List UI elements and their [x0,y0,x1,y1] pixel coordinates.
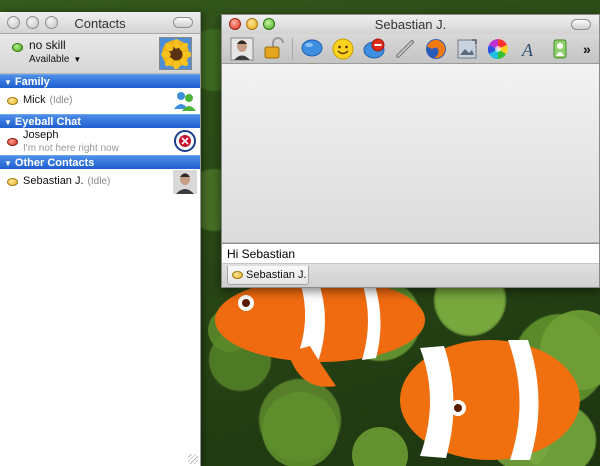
idle-label: (Idle) [49,95,73,106]
team-logo-icon [174,130,196,152]
contact-row-sebastian[interactable]: Sebastian J. (Idle) [0,169,200,195]
contact-row-joseph[interactable]: Joseph I'm not here right now [0,128,200,155]
account-name[interactable]: no skill [29,38,66,52]
toolbar-toggle-button[interactable] [173,17,193,28]
color-wheel-icon[interactable] [486,37,510,61]
group-header-eyeball-chat[interactable]: ▼ Eyeball Chat [0,114,200,128]
svg-text:A: A [521,40,534,60]
sunflower-buddy-icon[interactable] [159,37,192,70]
image-icon[interactable] [455,37,479,61]
group-header-other-contacts[interactable]: ▼ Other Contacts [0,155,200,169]
chat-toolbar: A » [222,34,599,64]
idle-label: (Idle) [87,176,111,187]
sunflower-icon [161,39,191,69]
clownfish-bottom [400,340,580,460]
chat-tab-bar: Sebastian J. [222,264,599,287]
people-icon [174,92,196,111]
status-select-value: Available [29,54,70,65]
toolbar-overflow-chevron-icon[interactable]: » [583,41,591,57]
contact-name: Sebastian J. (Idle) [23,175,110,187]
contact-name: Joseph [23,129,58,141]
speech-bubble-icon[interactable] [300,37,324,61]
contact-name: Mick (Idle) [23,94,72,106]
contact-name-text: Joseph [23,129,59,141]
contacts-titlebar[interactable]: Contacts [0,12,200,34]
idle-status-icon [232,271,243,279]
chat-window: Sebastian J. A » Hi Sebastian Sebastian … [221,14,600,288]
disclosure-triangle-icon: ▼ [4,78,12,87]
firefox-icon[interactable] [424,37,448,61]
chevron-down-icon: ▼ [73,55,82,64]
away-message: I'm not here right now [23,143,119,154]
buddy-photo-icon [173,170,197,194]
chat-window-title: Sebastian J. [374,17,447,32]
lock-icon[interactable] [261,36,285,61]
group-name: Family [14,76,50,88]
message-log[interactable] [222,64,599,243]
clownfish-top [215,278,425,387]
contacts-window-title: Contacts [74,16,126,31]
chat-tab-sebastian[interactable]: Sebastian J. [227,266,309,285]
account-status-area: no skill Available ▼ [0,34,200,74]
toolbar-toggle-button[interactable] [571,19,591,30]
group-header-family[interactable]: ▼ Family [0,74,200,88]
chat-titlebar[interactable]: Sebastian J. [222,15,599,34]
contact-name-text: Mick [23,94,46,106]
available-status-icon [12,43,23,52]
group-name: Other Contacts [14,157,95,169]
disclosure-triangle-icon: ▼ [4,118,12,127]
group-name: Eyeball Chat [14,116,81,128]
disclosure-triangle-icon: ▼ [4,159,12,168]
toolbar-separator [292,37,293,60]
contacts-window: Contacts no skill Available ▼ ▼ Family M… [0,12,201,466]
chat-tab-label: Sebastian J. [246,269,307,281]
resize-grip-icon[interactable] [188,454,198,464]
smiley-icon[interactable] [331,37,355,61]
idle-status-icon [7,97,18,105]
file-transfer-icon[interactable] [548,37,572,61]
message-input[interactable] [222,243,599,264]
contact-row-mick[interactable]: Mick (Idle) [0,88,200,114]
away-status-icon [7,138,18,146]
status-select[interactable]: Available ▼ [29,54,81,65]
link-icon[interactable] [393,37,417,61]
block-icon[interactable] [362,37,386,61]
buddy-photo-icon[interactable] [230,37,254,61]
contact-name-text: Sebastian J. [23,175,84,187]
font-icon[interactable]: A [517,37,541,61]
idle-status-icon [7,178,18,186]
